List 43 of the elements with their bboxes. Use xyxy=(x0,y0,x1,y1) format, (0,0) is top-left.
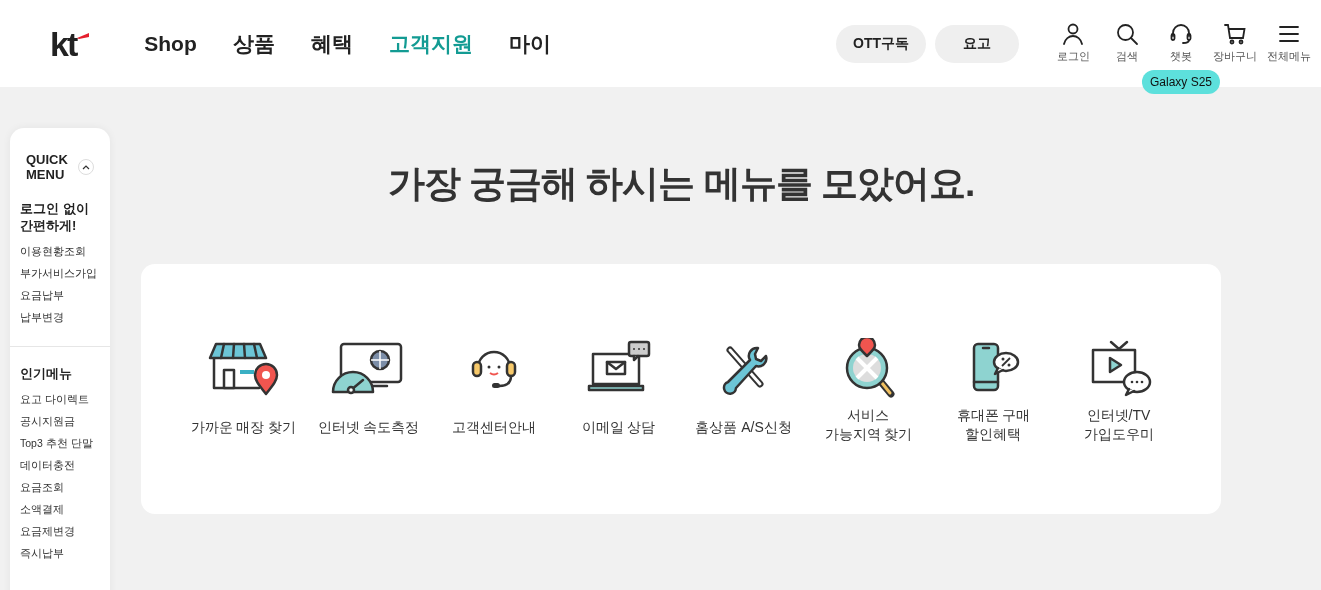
menu-link[interactable]: 고객센터안내 xyxy=(431,338,556,514)
quick-link[interactable]: 공시지원금 xyxy=(20,410,75,432)
quick-link[interactable]: 소액결제 xyxy=(20,498,64,520)
nav-tab[interactable]: Shop xyxy=(144,27,197,60)
utility-button[interactable]: 검색 xyxy=(1115,22,1139,65)
utility-button[interactable]: 로그인 xyxy=(1056,22,1090,65)
quick-link[interactable]: 요금조회 xyxy=(20,476,64,498)
logo-link[interactable]: kt xyxy=(50,26,90,61)
pill-button[interactable]: OTT구독 xyxy=(836,24,926,63)
menu-link[interactable]: 서비스 가능지역 찾기 xyxy=(806,338,931,514)
menu-link[interactable]: 홈상품 A/S신청 xyxy=(681,338,806,514)
quick-link[interactable]: 요금납부 xyxy=(20,284,64,306)
quick-link[interactable]: 이용현황조회 xyxy=(20,240,86,262)
search-icon xyxy=(1115,22,1139,47)
menu-link[interactable]: 인터넷/TV 가입도우미 xyxy=(1056,338,1181,514)
quick-link[interactable]: 즉시납부 xyxy=(20,542,64,564)
quick-menu-title: QUICK MENU xyxy=(26,152,68,182)
utility-button[interactable]: 전체메뉴 xyxy=(1267,22,1311,65)
headset-icon xyxy=(1169,22,1193,47)
section-heading: 인기메뉴 xyxy=(20,365,73,382)
menu-link[interactable]: 휴대폰 구매 할인혜택 xyxy=(931,338,1056,514)
tooltip-badge: Galaxy S25 xyxy=(1142,70,1220,95)
quick-link[interactable]: Top3 추천 단말 xyxy=(20,432,93,454)
cart-icon xyxy=(1223,22,1247,47)
headline: 가장 궁금해 하시는 메뉴를 모았어요. xyxy=(386,162,976,206)
nav-tab[interactable]: 혜택 xyxy=(310,27,353,60)
menu-link[interactable]: 이메일 상담 xyxy=(556,338,681,514)
nav-tab[interactable]: 마이 xyxy=(508,27,551,60)
quick-link[interactable]: 요고 다이렉트 xyxy=(20,388,89,410)
person-icon xyxy=(1061,22,1085,47)
quick-link[interactable]: 데이터충전 xyxy=(20,454,75,476)
section-heading: 로그인 없이 간편하게! xyxy=(20,200,90,234)
quick-link[interactable]: 요금제변경 xyxy=(20,520,75,542)
menu-link[interactable]: 인터넷 속도측정 xyxy=(306,338,431,514)
quick-link[interactable]: 납부변경 xyxy=(20,306,64,328)
chevron-up-icon xyxy=(81,164,90,170)
pill-button[interactable]: 요고 xyxy=(935,24,1019,63)
menu-link[interactable]: 가까운 매장 찾기 xyxy=(181,338,306,514)
nav-tab[interactable]: 상품 xyxy=(232,27,275,60)
utility-button[interactable]: 장바구니 xyxy=(1213,22,1257,65)
logo-swoosh-icon xyxy=(77,32,90,39)
utility-button[interactable]: 챗봇 xyxy=(1169,22,1193,65)
quick-link[interactable]: 부가서비스가입 xyxy=(20,262,97,284)
